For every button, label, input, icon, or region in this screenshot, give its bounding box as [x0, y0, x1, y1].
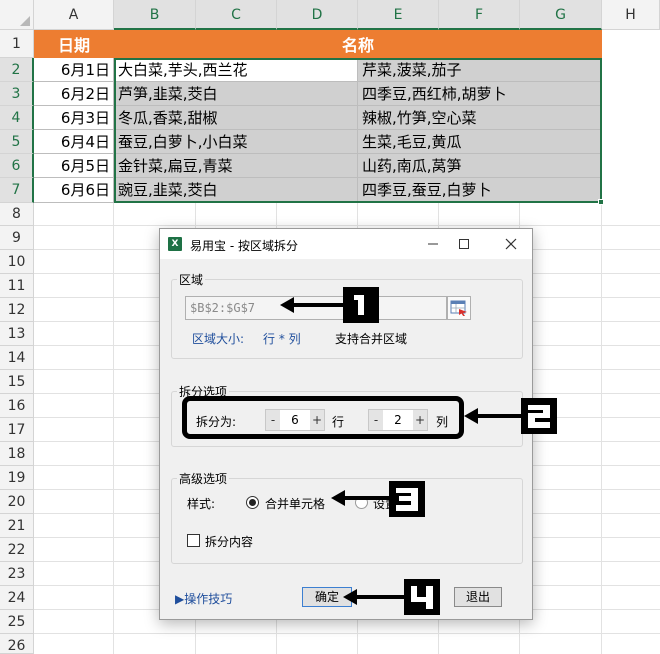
row-header-7[interactable]: 7	[0, 178, 34, 203]
merged-cell-right[interactable]: 生菜,毛豆,黄瓜	[358, 130, 602, 154]
range-size-value: 行 * 列	[263, 332, 301, 346]
merged-cell-left[interactable]: 蚕豆,白萝卜,小白菜	[114, 130, 358, 154]
merged-cell-right[interactable]: 四季豆,西红柿,胡萝卜	[358, 82, 602, 106]
range-input[interactable]: $B$2:$G$7	[185, 296, 447, 320]
row-header-11[interactable]: 11	[0, 274, 34, 298]
maximize-button[interactable]	[449, 233, 479, 255]
date-cell[interactable]: 6月4日	[34, 130, 114, 154]
column-header-h[interactable]: H	[602, 0, 660, 30]
row-header-6[interactable]: 6	[0, 154, 34, 178]
row-header-10[interactable]: 10	[0, 250, 34, 274]
row-header-1[interactable]: 1	[0, 30, 34, 58]
digit-4-icon	[411, 586, 433, 609]
row-header-12[interactable]: 12	[0, 298, 34, 322]
row-header-19[interactable]: 19	[0, 466, 34, 490]
digit-3-icon	[396, 488, 418, 511]
minimize-button[interactable]	[418, 233, 448, 255]
date-cell[interactable]: 6月3日	[34, 106, 114, 130]
maximize-icon	[459, 239, 469, 249]
minimize-icon	[428, 243, 438, 245]
row-header-14[interactable]: 14	[0, 346, 34, 370]
column-header-b[interactable]: B	[114, 0, 196, 30]
row-header-5[interactable]: 5	[0, 130, 34, 154]
row-header-18[interactable]: 18	[0, 442, 34, 466]
digit-1-icon	[354, 295, 364, 315]
callout-badge-2	[521, 398, 557, 434]
row-header-13[interactable]: 13	[0, 322, 34, 346]
date-cell[interactable]: 6月6日	[34, 178, 114, 203]
column-header-f[interactable]: F	[439, 0, 520, 30]
callout-badge-4	[404, 579, 440, 615]
merged-cell-left[interactable]: 豌豆,韭菜,茭白	[114, 178, 358, 203]
split-options-highlight	[182, 396, 464, 439]
tips-link[interactable]: ▶操作技巧	[175, 590, 232, 607]
column-header-e[interactable]: E	[358, 0, 439, 30]
header-cell-date[interactable]: 日期	[34, 30, 114, 58]
column-header-d[interactable]: D	[277, 0, 358, 30]
other-style-radio[interactable]	[355, 496, 368, 509]
exit-button[interactable]: 退出	[454, 587, 502, 607]
advanced-options-group	[171, 478, 523, 564]
row-header-8[interactable]: 8	[0, 203, 34, 226]
dialog-titlebar[interactable]: X 易用宝 - 按区域拆分	[160, 229, 532, 259]
advanced-options-label: 高级选项	[177, 470, 230, 487]
fill-handle[interactable]	[598, 199, 604, 205]
row-header-2[interactable]: 2	[0, 58, 34, 82]
style-label: 样式:	[187, 497, 216, 511]
ok-button[interactable]: 确定	[302, 587, 352, 607]
row-header-15[interactable]: 15	[0, 370, 34, 394]
row-header-16[interactable]: 16	[0, 394, 34, 418]
split-content-checkbox[interactable]	[187, 534, 200, 547]
merged-cell-right[interactable]: 辣椒,竹笋,空心菜	[358, 106, 602, 130]
row-header-3[interactable]: 3	[0, 82, 34, 106]
row-header-21[interactable]: 21	[0, 514, 34, 538]
select-all-corner[interactable]	[0, 0, 34, 30]
header-cell-name[interactable]: 名称	[114, 30, 602, 58]
row-header-9[interactable]: 9	[0, 226, 34, 250]
merged-cell-left[interactable]: 冬瓜,香菜,甜椒	[114, 106, 358, 130]
row-header-24[interactable]: 24	[0, 586, 34, 610]
row-header-4[interactable]: 4	[0, 106, 34, 130]
split-content-label: 拆分内容	[205, 535, 254, 549]
row-header-25[interactable]: 25	[0, 610, 34, 634]
merge-cells-radio[interactable]	[246, 496, 259, 509]
merged-cell-right[interactable]: 山药,南瓜,莴笋	[358, 154, 602, 178]
close-button[interactable]	[496, 233, 526, 255]
row-header-20[interactable]: 20	[0, 490, 34, 514]
column-header-c[interactable]: C	[196, 0, 277, 30]
column-header-a[interactable]: A	[34, 0, 114, 30]
merged-cell-left[interactable]: 金针菜,扁豆,青菜	[114, 154, 358, 178]
merge-cells-label: 合并单元格	[265, 497, 326, 511]
merged-cell-left[interactable]: 芦笋,韭菜,茭白	[114, 82, 358, 106]
merged-cell-right[interactable]: 芹菜,菠菜,茄子	[358, 58, 602, 82]
date-cell[interactable]: 6月5日	[34, 154, 114, 178]
merged-cell-right[interactable]: 四季豆,蚕豆,白萝卜	[358, 178, 602, 203]
range-group-label: 区域	[177, 271, 206, 288]
date-cell[interactable]: 6月2日	[34, 82, 114, 106]
merge-support-note: 支持合并区域	[335, 332, 408, 346]
row-header-26[interactable]: 26	[0, 634, 34, 654]
callout-badge-3	[389, 481, 425, 517]
merged-cell-left[interactable]: 大白菜,芋头,西兰花	[114, 58, 358, 82]
excel-icon: X	[168, 237, 182, 251]
close-icon	[505, 238, 517, 250]
dialog-title: 易用宝 - 按区域拆分	[190, 239, 298, 253]
column-header-g[interactable]: G	[520, 0, 602, 30]
row-header-23[interactable]: 23	[0, 562, 34, 586]
range-picker-button[interactable]	[447, 296, 471, 320]
digit-2-icon	[528, 405, 550, 428]
row-header-22[interactable]: 22	[0, 538, 34, 562]
range-select-icon	[450, 300, 467, 316]
date-cell[interactable]: 6月1日	[34, 58, 114, 82]
row-header-17[interactable]: 17	[0, 418, 34, 442]
range-size-label: 区域大小:	[192, 332, 245, 346]
callout-badge-1	[343, 287, 379, 323]
